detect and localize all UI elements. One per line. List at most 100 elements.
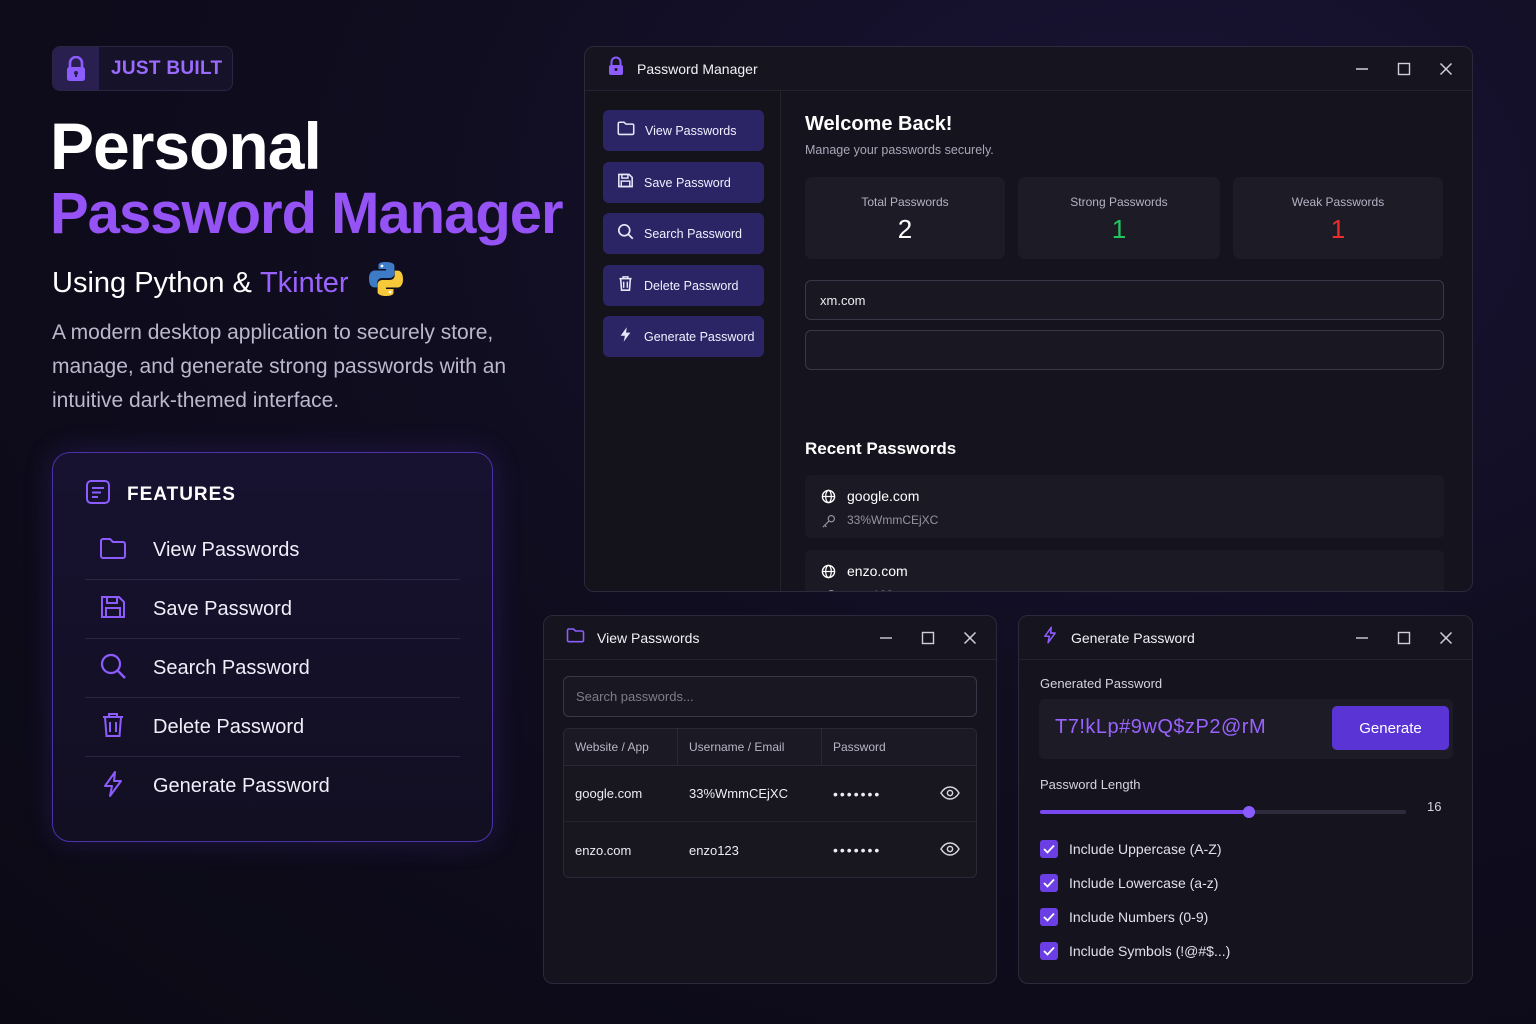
feature-label: Delete Password <box>153 715 305 738</box>
feature-label: Search Password <box>153 656 310 679</box>
checkbox-checked-icon[interactable] <box>1040 942 1058 960</box>
trash-icon <box>617 275 634 297</box>
table-row[interactable]: google.com 33%WmmCEjXC ••••••• <box>564 766 976 822</box>
welcome-heading: Welcome Back! <box>805 113 953 135</box>
eye-icon[interactable] <box>940 841 960 862</box>
generate-password-window: Generate Password Generated Password T7!… <box>1018 615 1473 984</box>
stat-value: 1 <box>1330 214 1346 244</box>
feature-label: View Passwords <box>153 538 300 561</box>
title-bar: Password Manager <box>585 47 1472 91</box>
feature-label: Save Password <box>153 597 292 620</box>
close-button[interactable] <box>1438 630 1454 646</box>
stat-label: Weak Passwords <box>1291 195 1385 209</box>
maximize-button[interactable] <box>1396 61 1412 77</box>
option-numbers[interactable]: Include Numbers (0-9) <box>1040 908 1208 926</box>
feature-label: Generate Password <box>153 775 330 797</box>
cell-username: 33%WmmCEjXC <box>689 786 788 801</box>
folder-icon <box>99 536 127 565</box>
column-header-website: Website / App <box>564 729 678 765</box>
feature-item: Delete Password <box>85 698 460 757</box>
password-input[interactable] <box>805 330 1444 370</box>
subtitle-text: Using Python & <box>52 266 252 299</box>
minimize-button[interactable] <box>878 630 894 646</box>
recent-site: google.com <box>847 488 920 504</box>
recent-site: enzo.com <box>847 563 908 579</box>
lock-icon <box>607 56 625 81</box>
stat-value: 1 <box>1111 214 1127 244</box>
minimize-button[interactable] <box>1354 630 1370 646</box>
column-header-password: Password <box>833 740 886 754</box>
features-heading: FEATURES <box>127 483 236 505</box>
generated-password-value[interactable]: T7!kLp#9wQ$zP2@rM <box>1055 716 1266 739</box>
close-button[interactable] <box>1438 61 1454 77</box>
table-row[interactable]: enzo.com enzo123 ••••••• <box>564 822 976 877</box>
title-bar: View Passwords <box>544 616 996 660</box>
checkbox-checked-icon[interactable] <box>1040 874 1058 892</box>
generated-password-box: T7!kLp#9wQ$zP2@rM Generate <box>1039 699 1453 759</box>
feature-item: Generate Password <box>85 757 460 816</box>
generate-button[interactable]: Generate <box>1332 706 1449 750</box>
save-password-button[interactable]: Save Password <box>603 162 764 203</box>
button-label: Save Password <box>644 175 731 190</box>
feature-item: View Passwords <box>85 521 460 580</box>
hero-title-line1: Personal <box>50 109 322 183</box>
features-header: FEATURES <box>85 479 236 510</box>
python-logo-icon <box>367 260 405 306</box>
recent-password-item[interactable]: google.com 33%WmmCEjXC <box>805 475 1444 538</box>
option-lowercase[interactable]: Include Lowercase (a-z) <box>1040 874 1218 892</box>
folder-icon <box>617 120 635 141</box>
features-card: FEATURES View Passwords Save Password Se… <box>52 452 493 842</box>
password-length-slider[interactable] <box>1040 806 1406 818</box>
lightning-icon <box>617 326 634 348</box>
lightning-icon <box>1041 626 1059 649</box>
button-label: Delete Password <box>644 278 739 293</box>
stat-total-passwords: Total Passwords 2 <box>805 177 1005 259</box>
key-icon <box>821 589 836 591</box>
column-header-username: Username / Email <box>678 729 822 765</box>
hero-title-line2: Password Manager <box>50 181 564 246</box>
trash-icon <box>99 711 127 744</box>
stat-weak-passwords: Weak Passwords 1 <box>1233 177 1443 259</box>
sidebar: View Passwords Save Password Search Pass… <box>585 91 781 591</box>
generate-password-button[interactable]: Generate Password <box>603 316 764 357</box>
title-bar: Generate Password <box>1019 616 1472 660</box>
feature-item: Search Password <box>85 639 460 698</box>
just-built-badge: JUST BUILT <box>52 46 233 91</box>
maximize-button[interactable] <box>1396 630 1412 646</box>
checkbox-checked-icon[interactable] <box>1040 840 1058 858</box>
cell-site: google.com <box>575 786 643 801</box>
button-label: Search Password <box>644 226 742 241</box>
recent-password-item[interactable]: enzo.com enzo123 <box>805 550 1444 591</box>
maximize-button[interactable] <box>920 630 936 646</box>
button-label: View Passwords <box>645 123 737 138</box>
slider-handle[interactable] <box>1242 806 1255 818</box>
globe-icon <box>821 489 836 509</box>
floppy-disk-icon <box>617 172 634 194</box>
cell-site: enzo.com <box>575 842 632 858</box>
badge-label: JUST BUILT <box>111 57 223 79</box>
recent-password: 33%WmmCEjXC <box>847 513 939 527</box>
view-passwords-button[interactable]: View Passwords <box>603 110 764 151</box>
search-password-button[interactable]: Search Password <box>603 213 764 254</box>
key-icon <box>821 514 836 534</box>
website-input[interactable]: xm.com <box>805 280 1444 320</box>
stat-label: Strong Passwords <box>1070 195 1168 209</box>
recent-password: enzo123 <box>847 588 893 591</box>
view-passwords-window: View Passwords Search passwords... Websi… <box>543 615 997 984</box>
floppy-disk-icon <box>99 594 127 625</box>
option-uppercase[interactable]: Include Uppercase (A-Z) <box>1040 840 1222 858</box>
delete-password-button[interactable]: Delete Password <box>603 265 764 306</box>
password-manager-window: Password Manager View Passwords Save Pas… <box>584 46 1473 592</box>
option-symbols[interactable]: Include Symbols (!@#$...) <box>1040 942 1230 960</box>
minimize-button[interactable] <box>1354 61 1370 77</box>
password-length-label: Password Length <box>1040 777 1141 792</box>
hero-description: A modern desktop application to securely… <box>52 321 507 412</box>
search-input[interactable]: Search passwords... <box>563 676 977 717</box>
option-label: Include Numbers (0-9) <box>1069 909 1209 925</box>
close-button[interactable] <box>962 630 978 646</box>
option-label: Include Uppercase (A-Z) <box>1069 841 1222 857</box>
option-label: Include Symbols (!@#$...) <box>1069 943 1231 959</box>
features-list: View Passwords Save Password Search Pass… <box>85 521 460 816</box>
checkbox-checked-icon[interactable] <box>1040 908 1058 926</box>
eye-icon[interactable] <box>940 785 960 806</box>
